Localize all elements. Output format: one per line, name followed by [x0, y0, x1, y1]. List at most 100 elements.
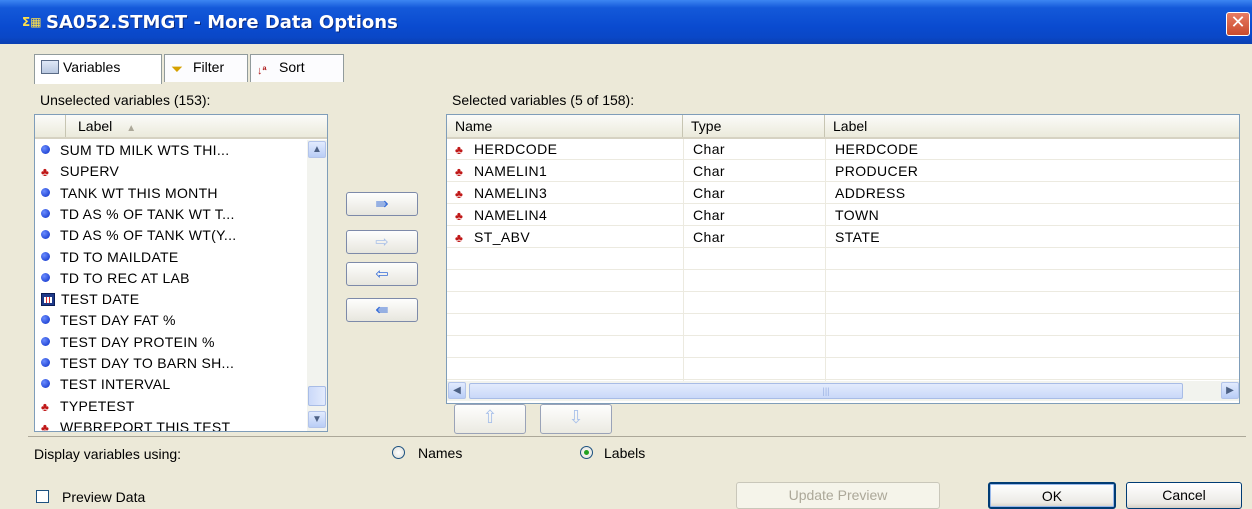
character-icon: ♣	[455, 187, 464, 201]
table-row[interactable]	[447, 337, 1239, 358]
table-row[interactable]	[447, 359, 1239, 380]
label-cell: TOWN	[835, 207, 880, 223]
preview-data-checkbox[interactable]	[36, 490, 49, 503]
list-item[interactable]: TEST DATE	[41, 291, 139, 312]
display-using-caption: Display variables using:	[34, 446, 182, 462]
scroll-down-button[interactable]: ▼	[308, 411, 326, 428]
list-item[interactable]: ♣ WEBREPORT THIS TEST	[41, 419, 230, 431]
numeric-icon	[41, 272, 50, 282]
list-item-label: SUM TD MILK WTS THI...	[60, 142, 230, 158]
scroll-thumb[interactable]	[308, 386, 326, 406]
label-cell: HERDCODE	[835, 141, 919, 157]
table-row[interactable]	[447, 293, 1239, 314]
label-cell: PRODUCER	[835, 163, 919, 179]
add-all-button[interactable]: ⇛	[346, 192, 418, 216]
name-cell: ♣ NAMELIN4	[455, 207, 547, 223]
label-column-header[interactable]: Label ▲	[65, 115, 148, 137]
scroll-thumb[interactable]: |||	[469, 383, 1183, 399]
numeric-icon	[41, 336, 50, 346]
numeric-icon	[41, 251, 50, 261]
scroll-up-button[interactable]: ▲	[308, 141, 326, 158]
list-item[interactable]: TEST DAY FAT %	[41, 312, 176, 333]
tab-variables[interactable]: Variables	[34, 54, 162, 84]
list-item-label: TEST INTERVAL	[60, 376, 171, 393]
tab-label: Filter	[193, 59, 225, 75]
table-row[interactable]: ♣ NAMELIN4 Char TOWN	[447, 205, 1239, 226]
name-cell: ♣ ST_ABV	[455, 229, 530, 245]
list-item[interactable]: TD TO MAILDATE	[41, 249, 179, 270]
list-item[interactable]: TANK WT THIS MONTH	[41, 185, 218, 206]
list-item[interactable]: TD TO REC AT LAB	[41, 270, 190, 291]
list-item[interactable]: TD AS % OF TANK WT T...	[41, 206, 235, 227]
table-row[interactable]	[447, 271, 1239, 292]
list-item-label: SUPERV	[60, 163, 120, 180]
preview-data-label[interactable]: Preview Data	[62, 489, 145, 505]
list-item[interactable]: ♣ SUPERV	[41, 163, 119, 184]
grid-header: Name Type Label	[447, 115, 1239, 139]
column-header-type[interactable]: Type	[683, 115, 825, 137]
selected-variables-grid[interactable]: Name Type Label ♣ HERDCODE Char HERDCODE ♣ NA…	[446, 114, 1240, 404]
unselected-variables-list[interactable]: Label ▲ SUM TD MILK WTS THI... ♣ SUPERV TANK…	[34, 114, 328, 432]
table-row[interactable]	[447, 315, 1239, 336]
list-item[interactable]: TEST DAY TO BARN SH...	[41, 355, 234, 376]
labels-radio-label[interactable]: Labels	[604, 445, 645, 461]
date-icon	[41, 293, 55, 307]
tab-filter[interactable]: ⏷ Filter	[164, 54, 248, 82]
scroll-right-button[interactable]: ▶	[1221, 382, 1239, 399]
labels-radio[interactable]	[580, 446, 593, 459]
horizontal-scrollbar[interactable]: ◀ ||| ▶	[447, 381, 1239, 401]
name-cell: ♣ NAMELIN1	[455, 163, 547, 179]
tab-sort[interactable]: ↓ª Sort	[250, 54, 344, 82]
variables-icon	[41, 60, 59, 74]
title-bar[interactable]: Σ▦ SA052.STMGT - More Data Options ✕	[0, 0, 1252, 44]
table-row[interactable]: ♣ ST_ABV Char STATE	[447, 227, 1239, 248]
ok-button[interactable]: OK	[988, 482, 1116, 509]
table-row[interactable]: ♣ NAMELIN1 Char PRODUCER	[447, 161, 1239, 182]
label-cell: STATE	[835, 229, 881, 245]
column-header-text: Label	[78, 118, 113, 134]
numeric-icon	[41, 208, 50, 218]
remove-button[interactable]: ⇦	[346, 262, 418, 286]
add-button[interactable]: ⇨	[346, 230, 418, 254]
list-item-label: TANK WT THIS MONTH	[60, 184, 218, 201]
variable-name: NAMELIN4	[474, 207, 548, 223]
list-item[interactable]: SUM TD MILK WTS THI...	[41, 142, 229, 163]
type-cell: Char	[693, 207, 725, 223]
numeric-icon	[41, 145, 50, 154]
move-down-button[interactable]: ⇩	[540, 404, 612, 434]
move-up-button[interactable]: ⇧	[454, 404, 526, 434]
type-cell: Char	[693, 229, 725, 245]
table-row[interactable]	[447, 249, 1239, 270]
update-preview-button[interactable]: Update Preview	[736, 482, 940, 509]
variable-name: NAMELIN3	[474, 185, 548, 201]
character-icon: ♣	[455, 143, 464, 157]
column-header-name[interactable]: Name	[447, 115, 683, 137]
list-item[interactable]: TEST DAY PROTEIN %	[41, 334, 215, 355]
names-radio[interactable]	[392, 446, 405, 459]
scroll-left-button[interactable]: ◀	[448, 382, 466, 399]
type-cell: Char	[693, 163, 725, 179]
name-cell: ♣ HERDCODE	[455, 141, 557, 157]
table-row[interactable]: ♣ HERDCODE Char HERDCODE	[447, 139, 1239, 160]
list-item[interactable]: ♣ TYPETEST	[41, 398, 135, 419]
list-item-label: TYPETEST	[60, 397, 135, 414]
variable-name: NAMELIN1	[474, 163, 548, 179]
cancel-button[interactable]: Cancel	[1126, 482, 1242, 509]
more-data-options-dialog: Σ▦ SA052.STMGT - More Data Options ✕ Var…	[0, 0, 1252, 509]
variable-name: ST_ABV	[474, 229, 531, 245]
close-button[interactable]: ✕	[1226, 12, 1250, 36]
remove-all-button[interactable]: ⇚	[346, 298, 418, 322]
list-item-label: TEST DATE	[61, 291, 140, 308]
numeric-icon	[41, 358, 50, 367]
list-item[interactable]: TEST INTERVAL	[41, 376, 171, 397]
list-item-label: TD AS % OF TANK WT T...	[60, 205, 235, 222]
numeric-icon	[41, 315, 50, 325]
filter-funnel-icon: ⏷	[171, 61, 184, 78]
vertical-scrollbar[interactable]: ▲ ▼	[307, 140, 327, 431]
table-row[interactable]: ♣ NAMELIN3 Char ADDRESS	[447, 183, 1239, 204]
list-item[interactable]: TD AS % OF TANK WT(Y...	[41, 227, 236, 248]
names-radio-label[interactable]: Names	[418, 445, 462, 461]
column-header-label[interactable]: Label	[825, 115, 1239, 137]
character-icon: ♣	[455, 231, 464, 245]
sort-az-icon: ↓ª	[257, 65, 267, 77]
